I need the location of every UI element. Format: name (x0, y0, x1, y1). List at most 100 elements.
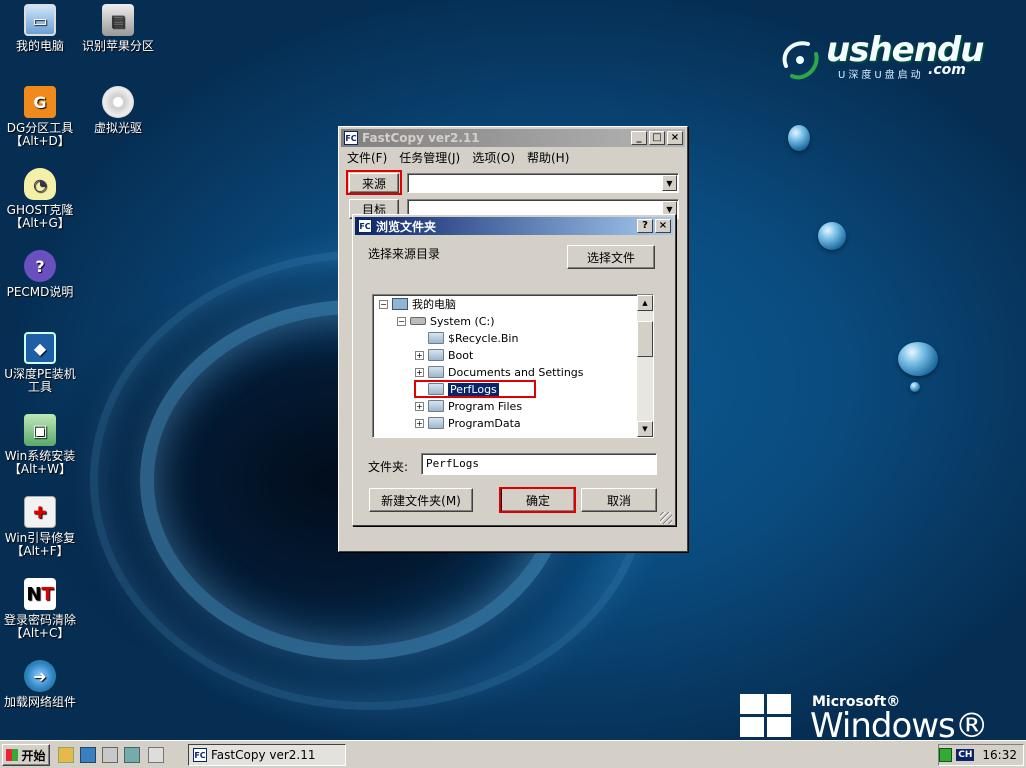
ime-indicator[interactable]: CH (956, 749, 975, 761)
quicklaunch-explorer-icon[interactable] (58, 747, 74, 763)
scroll-up-icon[interactable]: ▲ (637, 295, 653, 311)
collapse-icon[interactable]: − (397, 316, 406, 326)
desktop-icon-installer[interactable]: ◆ U深度PE装机 工具 (0, 332, 80, 394)
desktop-icon-label: Win系统安装 【Alt+W】 (4, 449, 76, 476)
menu-options[interactable]: 选项(O) (472, 149, 515, 166)
folder-icon (428, 400, 444, 412)
source-path-combo[interactable]: ▼ (407, 173, 679, 193)
taskbar-item-label: FastCopy ver2.11 (211, 748, 316, 762)
chevron-down-icon[interactable]: ▼ (662, 175, 677, 191)
browse-prompt: 选择来源目录 (368, 247, 441, 261)
logo-swirl-icon (782, 41, 819, 80)
tree-node-folder-selected[interactable]: PerfLogs (428, 381, 499, 397)
desktop-icon-boot-repair[interactable]: ✚ Win引导修复 【Alt+F】 (0, 496, 80, 558)
tree-node-folder[interactable]: + Boot (415, 347, 473, 363)
close-button[interactable]: × (655, 219, 671, 233)
folder-icon (428, 417, 444, 429)
tree-node-my-computer[interactable]: − 我的电脑 (379, 296, 456, 312)
browse-title: 浏览文件夹 (376, 219, 437, 234)
close-button[interactable]: × (667, 131, 683, 145)
minimize-button[interactable]: _ (631, 131, 647, 145)
tray-network-icon[interactable] (939, 748, 953, 762)
start-button[interactable]: 开始 (2, 744, 50, 766)
windows-pe-logo: Microsoft® Windows® PE (740, 692, 1020, 768)
tree-node-label: $Recycle.Bin (448, 331, 519, 345)
tree-node-folder[interactable]: + ProgramData (415, 415, 521, 431)
expand-icon[interactable]: + (415, 367, 424, 377)
desktop-icon-win-setup[interactable]: ▣ Win系统安装 【Alt+W】 (0, 414, 80, 476)
desktop-icon-pecmd[interactable]: ? PECMD说明 (0, 250, 80, 299)
menu-job[interactable]: 任务管理(J) (399, 149, 460, 166)
ghost-icon: ◔ (24, 168, 56, 200)
tree-node-label: PerfLogs (448, 382, 499, 396)
fastcopy-app-icon: FC (344, 131, 358, 145)
taskbar-item-fastcopy[interactable]: FC FastCopy ver2.11 (188, 744, 346, 766)
help-button[interactable]: ? (637, 219, 653, 233)
desktop-icon-virtual-cd[interactable]: 虚拟光驱 (78, 86, 158, 135)
scroll-down-icon[interactable]: ▼ (637, 421, 653, 437)
water-drop (788, 125, 810, 151)
maximize-button[interactable]: □ (649, 131, 665, 145)
windows-logo-icon (6, 749, 19, 761)
tree-node-label: Program Files (448, 399, 523, 413)
taskbar: 开始 FC FastCopy ver2.11 CH 16:32 (0, 740, 1026, 768)
quicklaunch-printer-icon[interactable] (148, 747, 164, 763)
folder-tree[interactable]: − 我的电脑 − System (C:) $Recycle.Bin + Boot… (372, 294, 654, 438)
scroll-thumb[interactable] (637, 321, 653, 357)
expand-icon[interactable]: + (415, 401, 424, 411)
expand-icon[interactable]: + (415, 350, 424, 360)
fastcopy-menubar: 文件(F) 任务管理(J) 选项(O) 帮助(H) (347, 149, 569, 166)
tree-node-label: ProgramData (448, 416, 521, 430)
desktop-icon-ghost[interactable]: ◔ GHOST克隆 【Alt+G】 (0, 168, 80, 230)
windows-flag-icon (740, 694, 792, 738)
water-drop (910, 382, 920, 392)
ok-button[interactable]: 确定 (501, 488, 575, 512)
folder-icon (428, 366, 444, 378)
logo-subtitle: U深度U盘启动 (838, 70, 924, 81)
desktop-icon-apple-partition[interactable]: ▤ 识别苹果分区 (78, 4, 158, 53)
resize-grip-icon[interactable] (660, 512, 672, 524)
expand-icon[interactable]: + (415, 418, 424, 428)
fastcopy-titlebar[interactable]: FC FastCopy ver2.11 _ □ × (341, 129, 685, 147)
new-folder-button[interactable]: 新建文件夹(M) (369, 488, 473, 512)
network-icon: ➜ (24, 660, 56, 692)
tree-node-label: 我的电脑 (412, 298, 456, 311)
win-setup-icon: ▣ (24, 414, 56, 446)
system-tray: CH 16:32 (938, 744, 1024, 766)
browse-titlebar[interactable]: FC 浏览文件夹 ? × (355, 217, 673, 235)
fastcopy-app-icon: FC (193, 748, 207, 762)
quicklaunch-tools-icon[interactable] (102, 747, 118, 763)
menu-file[interactable]: 文件(F) (347, 149, 387, 166)
tree-node-folder[interactable]: + Documents and Settings (415, 364, 584, 380)
desktop-icon-label: 我的电脑 (15, 39, 64, 53)
select-file-button[interactable]: 选择文件 (567, 245, 655, 269)
computer-icon (392, 298, 408, 310)
clock: 16:32 (982, 748, 1017, 762)
diskgenius-icon: G (24, 86, 56, 118)
logo-domain: .com (928, 62, 966, 78)
tree-node-folder[interactable]: $Recycle.Bin (428, 330, 518, 346)
tree-node-folder[interactable]: + Program Files (415, 398, 522, 414)
fastcopy-app-icon: FC (358, 219, 372, 233)
tree-scrollbar[interactable]: ▲ ▼ (637, 295, 653, 437)
desktop-icon-dg[interactable]: G DG分区工具 【Alt+D】 (0, 86, 80, 148)
desktop-icon-my-computer[interactable]: ▭ 我的电脑 (0, 4, 80, 53)
collapse-icon[interactable]: − (379, 299, 388, 309)
folder-label: 文件夹: (368, 460, 409, 474)
quicklaunch-image-icon[interactable] (80, 747, 96, 763)
cancel-button[interactable]: 取消 (581, 488, 657, 512)
quicklaunch-settings-icon[interactable] (124, 747, 140, 763)
cd-icon (102, 86, 134, 118)
folder-input[interactable]: PerfLogs (421, 453, 657, 475)
help-icon: ? (24, 250, 56, 282)
desktop-icon-label: Win引导修复 【Alt+F】 (4, 531, 76, 558)
source-button[interactable]: 来源 (349, 173, 399, 193)
tree-node-drive-c[interactable]: − System (C:) (397, 313, 495, 329)
desktop-icon-password-clear[interactable]: NT 登录密码清除 【Alt+C】 (0, 578, 80, 640)
desktop-icon-network[interactable]: ➜ 加载网络组件 (0, 660, 80, 709)
disk-icon: ▤ (102, 4, 134, 36)
folder-input-value: PerfLogs (426, 457, 479, 470)
menu-help[interactable]: 帮助(H) (527, 149, 569, 166)
desktop-icon-label: DG分区工具 【Alt+D】 (6, 121, 74, 148)
tree-node-label: Boot (448, 348, 474, 362)
